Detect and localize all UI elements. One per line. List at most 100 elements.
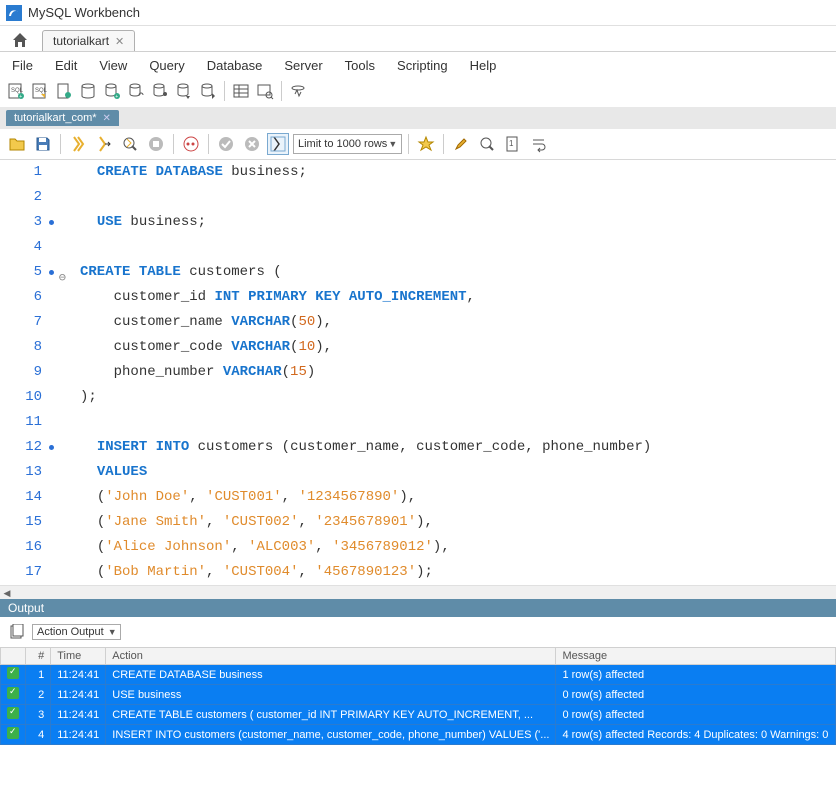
- output-col-message[interactable]: Message: [556, 648, 836, 665]
- app-icon: [6, 5, 22, 21]
- db-icon[interactable]: [78, 81, 98, 101]
- scroll-left-arrow-icon[interactable]: ◀: [0, 586, 14, 600]
- home-icon: [11, 31, 29, 49]
- output-col-num[interactable]: #: [26, 648, 51, 665]
- new-sql-tab-icon[interactable]: SQL+: [6, 81, 26, 101]
- output-type-icon[interactable]: [6, 621, 28, 643]
- line-gutter: 12345⊖67891011121314151617: [0, 160, 50, 585]
- code-line[interactable]: INSERT INTO customers (customer_name, cu…: [80, 435, 651, 460]
- row-action: CREATE TABLE customers ( customer_id INT…: [106, 705, 556, 725]
- menu-query[interactable]: Query: [145, 56, 188, 75]
- execute-current-icon[interactable]: [93, 133, 115, 155]
- close-icon[interactable]: ✕: [103, 113, 111, 124]
- code-line[interactable]: phone_number VARCHAR(15): [80, 360, 651, 385]
- output-row[interactable]: 3 11:24:41 CREATE TABLE customers ( cust…: [1, 705, 836, 725]
- code-line[interactable]: USE business;: [80, 210, 651, 235]
- code-line[interactable]: [80, 235, 651, 260]
- table-icon[interactable]: [231, 81, 251, 101]
- output-title: Output: [8, 601, 44, 615]
- output-col-action[interactable]: Action: [106, 648, 556, 665]
- toggle-whitespace-icon[interactable]: [180, 133, 202, 155]
- code-line[interactable]: ('Jane Smith', 'CUST002', '2345678901'),: [80, 510, 651, 535]
- menu-server[interactable]: Server: [280, 56, 326, 75]
- line-number: 6: [8, 285, 42, 310]
- breakpoint-dot-icon: [49, 220, 54, 225]
- code-line[interactable]: VALUES: [80, 460, 651, 485]
- horizontal-scrollbar[interactable]: ◀: [0, 585, 836, 599]
- editor-toolbar: Limit to 1000 rows ▼ 1: [0, 129, 836, 160]
- snippets-icon[interactable]: 1: [502, 133, 524, 155]
- titlebar: MySQL Workbench: [0, 0, 836, 26]
- wrap-icon[interactable]: [528, 133, 550, 155]
- menu-file[interactable]: File: [8, 56, 37, 75]
- stop-icon[interactable]: [145, 133, 167, 155]
- code-line[interactable]: ('John Doe', 'CUST001', '1234567890'),: [80, 485, 651, 510]
- explain-icon[interactable]: [119, 133, 141, 155]
- menu-scripting[interactable]: Scripting: [393, 56, 452, 75]
- dashboard-icon[interactable]: [288, 81, 308, 101]
- db-fwd-icon[interactable]: [198, 81, 218, 101]
- success-icon: [7, 727, 19, 739]
- code-area[interactable]: CREATE DATABASE business; USE business; C…: [50, 160, 651, 585]
- code-line[interactable]: customer_name VARCHAR(50),: [80, 310, 651, 335]
- line-number: 2: [8, 185, 42, 210]
- sql-editor[interactable]: 12345⊖67891011121314151617 CREATE DATABA…: [0, 160, 836, 585]
- code-line[interactable]: customer_code VARCHAR(10),: [80, 335, 651, 360]
- execute-icon[interactable]: [67, 133, 89, 155]
- output-panel-header: Output: [0, 599, 836, 617]
- fold-toggle-icon[interactable]: ⊖: [55, 266, 66, 277]
- connection-tab[interactable]: tutorialkart ✕: [42, 30, 135, 51]
- limit-rows-select[interactable]: Limit to 1000 rows ▼: [293, 134, 402, 154]
- row-time: 11:24:41: [51, 725, 106, 745]
- menu-view[interactable]: View: [95, 56, 131, 75]
- open-file-icon[interactable]: [6, 133, 28, 155]
- inspector-icon[interactable]: [54, 81, 74, 101]
- output-row[interactable]: 1 11:24:41 CREATE DATABASE business 1 ro…: [1, 665, 836, 685]
- db-add-icon[interactable]: +: [102, 81, 122, 101]
- brush-icon[interactable]: [450, 133, 472, 155]
- menu-tools[interactable]: Tools: [341, 56, 379, 75]
- autocommit-toggle-icon[interactable]: [267, 133, 289, 155]
- search-table-icon[interactable]: [255, 81, 275, 101]
- open-sql-icon[interactable]: SQL: [30, 81, 50, 101]
- output-header-row: # Time Action Message: [1, 648, 836, 665]
- output-type-label: Action Output: [37, 626, 104, 638]
- app-title: MySQL Workbench: [28, 5, 140, 20]
- output-row[interactable]: 2 11:24:41 USE business 0 row(s) affecte…: [1, 685, 836, 705]
- commit-icon[interactable]: [215, 133, 237, 155]
- db-user-icon[interactable]: [150, 81, 170, 101]
- line-number: 10: [8, 385, 42, 410]
- home-button[interactable]: [6, 29, 34, 51]
- save-icon[interactable]: [32, 133, 54, 155]
- line-number: 16: [8, 535, 42, 560]
- code-line[interactable]: CREATE TABLE customers (: [80, 260, 651, 285]
- code-line[interactable]: ('Bob Martin', 'CUST004', '4567890123');: [80, 560, 651, 585]
- separator: [208, 134, 209, 154]
- menu-database[interactable]: Database: [203, 56, 267, 75]
- document-tab[interactable]: tutorialkart_com* ✕: [6, 110, 119, 126]
- output-col-status[interactable]: [1, 648, 26, 665]
- beautify-icon[interactable]: [415, 133, 437, 155]
- code-line[interactable]: [80, 185, 651, 210]
- output-col-time[interactable]: Time: [51, 648, 106, 665]
- find-icon[interactable]: [476, 133, 498, 155]
- separator: [408, 134, 409, 154]
- success-icon: [7, 667, 19, 679]
- close-icon[interactable]: ✕: [115, 35, 124, 48]
- code-line[interactable]: ('Alice Johnson', 'ALC003', '3456789012'…: [80, 535, 651, 560]
- output-row[interactable]: 4 11:24:41 INSERT INTO customers (custom…: [1, 725, 836, 745]
- menu-edit[interactable]: Edit: [51, 56, 81, 75]
- menu-help[interactable]: Help: [466, 56, 501, 75]
- code-line[interactable]: [80, 410, 651, 435]
- db-rev-icon[interactable]: [174, 81, 194, 101]
- status-cell: [1, 725, 26, 745]
- output-type-select[interactable]: Action Output ▼: [32, 624, 121, 640]
- row-num: 4: [26, 725, 51, 745]
- code-line[interactable]: customer_id INT PRIMARY KEY AUTO_INCREME…: [80, 285, 651, 310]
- row-message: 0 row(s) affected: [556, 705, 836, 725]
- rollback-icon[interactable]: [241, 133, 263, 155]
- code-line[interactable]: CREATE DATABASE business;: [80, 160, 651, 185]
- db-sync-icon[interactable]: [126, 81, 146, 101]
- code-line[interactable]: );: [80, 385, 651, 410]
- chevron-down-icon: ▼: [108, 627, 117, 637]
